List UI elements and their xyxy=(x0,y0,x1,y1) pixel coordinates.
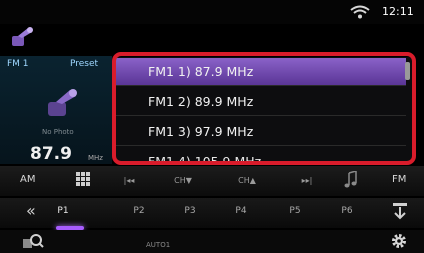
preset-button-p2[interactable]: P2 xyxy=(124,206,154,216)
radio-artwork-icon xyxy=(48,89,77,116)
wifi-icon xyxy=(350,5,370,19)
channel-down-button[interactable]: CH▼ xyxy=(166,176,200,185)
clock: 12:11 xyxy=(382,5,414,18)
next-track-icon[interactable]: ▸▸| xyxy=(296,176,318,185)
seek-mode-label: AUTO1 xyxy=(146,241,171,249)
search-icon[interactable] xyxy=(22,233,44,251)
bottom-bar xyxy=(0,230,424,253)
fm-button[interactable]: FM xyxy=(392,174,406,185)
preset-button-p1[interactable]: P1 xyxy=(48,206,78,216)
list-item[interactable]: FM1 4) 105.9 MHz xyxy=(116,148,406,163)
preset-button-p5[interactable]: P5 xyxy=(280,206,310,216)
radio-source-icon[interactable] xyxy=(10,26,36,52)
preset-button-p4[interactable]: P4 xyxy=(226,206,256,216)
frequency-unit: MHz xyxy=(88,154,103,162)
preset-label: Preset xyxy=(70,59,99,69)
preset-button-p3[interactable]: P3 xyxy=(175,206,205,216)
band-label: FM 1 xyxy=(7,59,29,69)
list-item[interactable]: FM1 2) 89.9 MHz xyxy=(116,88,406,116)
no-photo-text: No Photo xyxy=(42,128,74,136)
current-frequency: 87.9 xyxy=(30,144,72,164)
preset-button-p6[interactable]: P6 xyxy=(332,206,362,216)
previous-track-icon[interactable]: |◂◂ xyxy=(118,176,140,185)
list-item[interactable]: FM1 1) 87.9 MHz xyxy=(116,58,406,86)
list-scrollbar[interactable] xyxy=(405,62,410,80)
music-note-icon[interactable] xyxy=(344,171,358,189)
grid-icon[interactable] xyxy=(76,172,90,186)
control-bar xyxy=(0,166,424,196)
am-button[interactable]: AM xyxy=(20,174,35,185)
store-down-icon[interactable] xyxy=(392,202,408,220)
gear-icon[interactable] xyxy=(390,232,408,250)
channel-up-button[interactable]: CH▲ xyxy=(230,176,264,185)
preset-list: FM1 1) 87.9 MHz FM1 2) 89.9 MHz FM1 3) 9… xyxy=(116,57,412,163)
list-item[interactable]: FM1 3) 97.9 MHz xyxy=(116,118,406,146)
collapse-left-icon[interactable]: « xyxy=(26,201,36,220)
